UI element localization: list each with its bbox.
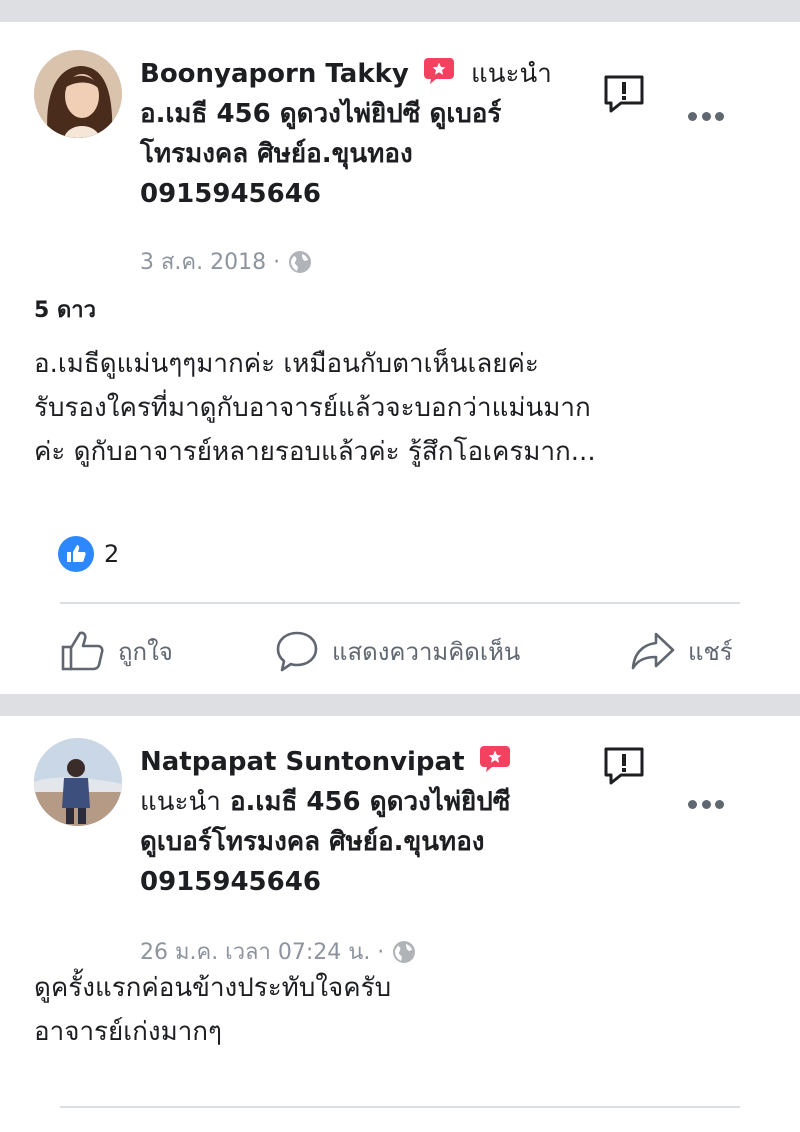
action-bar: ถูกใจ แสดงความคิดเห็น แชร์ [0, 628, 800, 684]
recommend-label: แนะนำ [471, 59, 552, 89]
review-text-line: ดูครั้งแรกค่อนข้างประทับใจครับ [34, 973, 392, 1003]
page-name-line[interactable]: ดูเบอร์โทรมงคล ศิษย์อ.ขุนทอง [140, 822, 580, 862]
author-name[interactable]: Natpapat Suntonvipat [140, 747, 465, 777]
review-header: Boonyaporn Takky แนะนำ อ.เมธี 456 ดูดวงไ… [140, 54, 580, 214]
top-gutter [0, 0, 800, 22]
review-text-line: อ.เมธีดูแม่นๆๆมากค่ะ เหมือนกับตาเห็นเลยค… [34, 349, 539, 379]
review-text: อ.เมธีดูแม่นๆๆมากค่ะ เหมือนกับตาเห็นเลยค… [34, 342, 774, 474]
share-button[interactable]: แชร์ [630, 628, 733, 674]
post-meta: 3 ส.ค. 2018 · [140, 244, 312, 279]
post-date[interactable]: 26 ม.ค. เวลา 07:24 น. · [140, 934, 384, 969]
review-card: Natpapat Suntonvipat แนะนำ อ.เมธี 456 ดู… [0, 716, 800, 1132]
more-icon[interactable] [688, 110, 724, 122]
globe-icon [289, 250, 312, 273]
review-header: Natpapat Suntonvipat แนะนำ อ.เมธี 456 ดู… [140, 742, 580, 902]
like-label: ถูกใจ [118, 637, 173, 666]
page-name-line[interactable]: 0915945646 [140, 862, 580, 902]
like-count: 2 [104, 540, 120, 568]
recommend-label: แนะนำ [140, 787, 221, 817]
review-text: ดูครั้งแรกค่อนข้างประทับใจครับ อาจารย์เก… [34, 966, 774, 1054]
share-label: แชร์ [688, 637, 733, 666]
share-icon [631, 632, 675, 670]
avatar[interactable] [34, 738, 122, 826]
review-text-line[interactable]: ค่ะ ดูกับอาจารย์หลายรอบแล้วค่ะ รู้สึกโอเ… [34, 430, 774, 474]
post-date[interactable]: 3 ส.ค. 2018 · [140, 244, 280, 279]
page-name-line[interactable]: โทรมงคล ศิษย์อ.ขุนทอง [140, 134, 580, 174]
author-name[interactable]: Boonyaporn Takky [140, 59, 409, 89]
like-reaction-icon [58, 536, 94, 572]
comment-icon [276, 631, 318, 672]
page-name-line[interactable]: อ.เมธี 456 ดูดวงไพ่ยิปซี [230, 787, 510, 817]
review-text-line: อาจารย์เก่งมากๆ [34, 1017, 223, 1047]
page-name-line[interactable]: 0915945646 [140, 174, 580, 214]
reaction-summary[interactable]: 2 [58, 536, 119, 572]
globe-icon [393, 940, 416, 963]
post-meta: 26 ม.ค. เวลา 07:24 น. · [140, 934, 416, 969]
avatar[interactable] [34, 50, 122, 138]
divider [60, 1106, 740, 1108]
like-button[interactable]: ถูกใจ [60, 628, 173, 674]
page-name-line[interactable]: อ.เมธี 456 ดูดวงไพ่ยิปซี ดูเบอร์ [140, 94, 580, 134]
like-icon [61, 631, 104, 671]
divider [60, 602, 740, 604]
star-rating: 5 ดาว [34, 298, 96, 323]
recommend-badge-icon [479, 746, 510, 772]
comment-button[interactable]: แสดงความคิดเห็น [274, 628, 520, 674]
more-icon[interactable] [688, 798, 724, 810]
review-card: Boonyaporn Takky แนะนำ อ.เมธี 456 ดูดวงไ… [0, 22, 800, 694]
card-gap [0, 694, 800, 716]
report-icon[interactable] [603, 746, 645, 786]
report-icon[interactable] [603, 74, 645, 114]
comment-label: แสดงความคิดเห็น [332, 637, 521, 666]
review-text-line: รับรองใครที่มาดูกับอาจารย์แล้วจะบอกว่าแม… [34, 393, 591, 423]
recommend-badge-icon [423, 58, 454, 84]
